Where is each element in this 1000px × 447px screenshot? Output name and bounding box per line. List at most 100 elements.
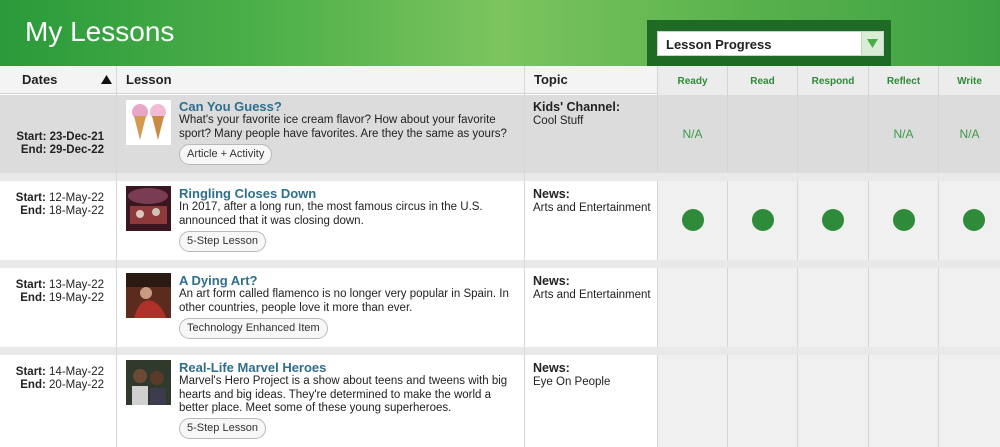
- respond-column-label: Respond: [811, 76, 855, 87]
- start-label: Start:: [15, 366, 46, 378]
- dates-column-label: Dates: [22, 72, 58, 87]
- reflect-status: N/A: [893, 127, 914, 141]
- circus-image[interactable]: [126, 186, 171, 231]
- end-date: 18-May-22: [49, 205, 104, 217]
- respond-column-header: Respond: [797, 66, 868, 95]
- start-date: 13-May-22: [49, 279, 104, 291]
- ready-cell: N/A: [657, 95, 727, 173]
- column-divider: [524, 66, 525, 447]
- topic-category: Kids' Channel:: [533, 100, 621, 114]
- lesson-progress-select-value: Lesson Progress: [666, 37, 772, 52]
- lesson-row[interactable]: Start: 12-May-22 End: 18-May-22 Ringling…: [0, 181, 657, 260]
- lesson-description: Marvel's Hero Project is a show about te…: [179, 375, 508, 414]
- start-label: Start:: [15, 192, 46, 204]
- write-column-label: Write: [957, 76, 982, 87]
- lesson-description: In 2017, after a long run, the most famo…: [179, 201, 483, 227]
- lesson-type-button[interactable]: 5-Step Lesson: [179, 418, 266, 439]
- end-label: End:: [20, 292, 46, 304]
- end-date: 20-May-22: [49, 379, 104, 391]
- lesson-type-button[interactable]: Technology Enhanced Item: [179, 318, 328, 339]
- lesson-column-header: Lesson: [116, 66, 524, 94]
- read-cell: [727, 95, 797, 173]
- read-column-header: Read: [727, 66, 797, 95]
- heroes-image[interactable]: [126, 360, 171, 405]
- read-cell: [727, 268, 797, 347]
- lesson-row[interactable]: Start: 13-May-22 End: 19-May-22 A Dying …: [0, 268, 657, 347]
- completed-dot-icon: [682, 209, 704, 231]
- write-cell: N/A: [938, 95, 1000, 173]
- respond-cell: [797, 268, 868, 347]
- completed-dot-icon: [963, 209, 985, 231]
- write-status: N/A: [959, 127, 980, 141]
- ready-column-label: Ready: [677, 76, 708, 87]
- row-divider: [0, 173, 1000, 181]
- lesson-type-button[interactable]: Article + Activity: [179, 144, 273, 165]
- topic-category: News:: [533, 274, 570, 288]
- topic-subcategory: Arts and Entertainment: [533, 289, 651, 301]
- page-title: My Lessons: [25, 16, 175, 47]
- topic-subcategory: Eye On People: [533, 376, 611, 388]
- start-label: Start:: [16, 131, 47, 143]
- ready-status: N/A: [682, 127, 703, 141]
- row-divider: [0, 260, 1000, 268]
- topic-subcategory: Cool Stuff: [533, 115, 584, 127]
- topic-column-header: Topic: [524, 66, 657, 94]
- read-cell: [727, 355, 797, 447]
- lesson-type-button[interactable]: 5-Step Lesson: [179, 231, 266, 252]
- end-date: 19-May-22: [49, 292, 104, 304]
- write-cell: [938, 268, 1000, 347]
- lesson-progress-select[interactable]: Lesson Progress: [657, 31, 884, 56]
- start-date: 14-May-22: [49, 366, 104, 378]
- lesson-column-label: Lesson: [126, 72, 172, 87]
- write-column-header: Write: [938, 66, 1000, 95]
- ready-column-header: Ready: [657, 66, 727, 95]
- lesson-title-link[interactable]: Can You Guess?: [179, 99, 282, 114]
- lesson-dates: Start: 14-May-22 End: 20-May-22: [0, 366, 116, 392]
- topic-column-label: Topic: [534, 72, 568, 87]
- lesson-description: What's your favorite ice cream flavor? H…: [179, 114, 507, 140]
- reflect-cell: [868, 268, 938, 347]
- topic-category: News:: [533, 187, 570, 201]
- ready-cell: [657, 268, 727, 347]
- reflect-cell: N/A: [868, 95, 938, 173]
- write-cell: [938, 355, 1000, 447]
- ready-cell: [657, 181, 727, 260]
- topic-subcategory: Arts and Entertainment: [533, 202, 651, 214]
- read-cell: [727, 181, 797, 260]
- lesson-dates: Start: 23-Dec-21 End: 29-Dec-22: [0, 131, 116, 157]
- dates-column-header[interactable]: Dates: [0, 66, 116, 94]
- reflect-column-header: Reflect: [868, 66, 938, 95]
- topic-category: News:: [533, 361, 570, 375]
- lesson-description: An art form called flamenco is no longer…: [179, 288, 509, 314]
- lesson-dates: Start: 13-May-22 End: 19-May-22: [0, 279, 116, 305]
- end-date: 29-Dec-22: [49, 144, 104, 156]
- respond-cell: [797, 355, 868, 447]
- dropdown-arrow-icon[interactable]: [861, 32, 883, 55]
- row-divider: [0, 347, 1000, 355]
- lesson-dates: Start: 12-May-22 End: 18-May-22: [0, 192, 116, 218]
- completed-dot-icon: [752, 209, 774, 231]
- sort-ascending-icon[interactable]: [101, 75, 112, 84]
- completed-dot-icon: [893, 209, 915, 231]
- reflect-column-label: Reflect: [886, 76, 921, 87]
- lesson-title-link[interactable]: A Dying Art?: [179, 273, 257, 288]
- end-label: End:: [20, 144, 47, 156]
- write-cell: [938, 181, 1000, 260]
- column-divider: [116, 66, 117, 447]
- lesson-title-link[interactable]: Real-Life Marvel Heroes: [179, 360, 326, 375]
- ice-cream-image[interactable]: [126, 100, 171, 145]
- read-column-label: Read: [750, 76, 775, 87]
- respond-cell: [797, 181, 868, 260]
- reflect-cell: [868, 355, 938, 447]
- respond-cell: [797, 95, 868, 173]
- end-label: End:: [20, 205, 46, 217]
- lesson-row[interactable]: Start: 14-May-22 End: 20-May-22 Real-Lif…: [0, 355, 657, 447]
- lesson-row[interactable]: Start: 23-Dec-21 End: 29-Dec-22 Can You …: [0, 95, 657, 173]
- start-date: 23-Dec-21: [49, 131, 104, 143]
- lesson-title-link[interactable]: Ringling Closes Down: [179, 186, 316, 201]
- end-label: End:: [20, 379, 46, 391]
- reflect-cell: [868, 181, 938, 260]
- flamenco-image[interactable]: [126, 273, 171, 318]
- start-date: 12-May-22: [49, 192, 104, 204]
- ready-cell: [657, 355, 727, 447]
